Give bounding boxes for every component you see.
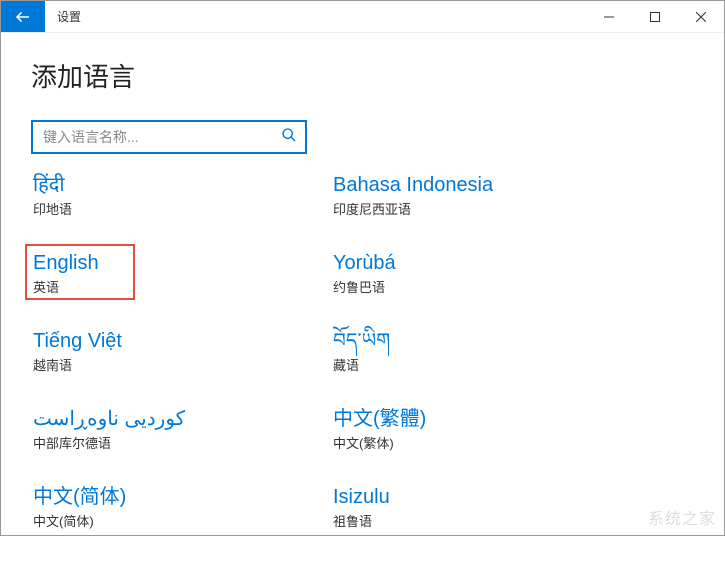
language-native-name: 中文(简体)	[33, 484, 329, 510]
language-item[interactable]: བོད་ཡིག藏语	[331, 324, 631, 378]
language-native-name: Isizulu	[333, 484, 629, 510]
minimize-button[interactable]	[586, 1, 632, 32]
language-native-name: 中文(繁體)	[333, 406, 629, 432]
language-native-name: Tiếng Việt	[33, 328, 329, 354]
page-title: 添加语言	[31, 57, 694, 94]
language-item[interactable]: Isizulu祖鲁语	[331, 480, 631, 534]
window-controls	[586, 1, 724, 32]
language-item[interactable]: 中文(繁體)中文(繁体)	[331, 402, 631, 456]
content-area: 添加语言 हिंदी印地语Bahasa Indonesia印度尼西亚语Engli…	[1, 33, 724, 576]
language-item[interactable]: English英语	[31, 246, 331, 300]
language-native-name: English	[33, 250, 329, 276]
close-icon	[696, 12, 706, 22]
language-local-name: 藏语	[333, 355, 629, 374]
maximize-button[interactable]	[632, 1, 678, 32]
language-grid: हिंदी印地语Bahasa Indonesia印度尼西亚语English英语Y…	[31, 168, 694, 558]
language-native-name: Bahasa Indonesia	[333, 172, 629, 198]
titlebar: 设置	[1, 1, 724, 33]
language-native-name: کوردیی ناوەڕاست	[33, 406, 329, 432]
titlebar-spacer	[93, 1, 586, 32]
language-item[interactable]: 中文(简体)中文(简体)	[31, 480, 331, 534]
language-item[interactable]: हिंदी印地语	[31, 168, 331, 222]
search-input[interactable]	[43, 129, 281, 145]
arrow-left-icon	[14, 8, 32, 26]
minimize-icon	[604, 12, 614, 22]
language-native-name: Yorùbá	[333, 250, 629, 276]
language-item[interactable]: Tiếng Việt越南语	[31, 324, 331, 378]
language-item[interactable]: Yorùbá约鲁巴语	[331, 246, 631, 300]
search-box[interactable]	[31, 120, 307, 154]
search-icon	[281, 127, 297, 148]
back-button[interactable]	[1, 1, 45, 32]
language-local-name: 祖鲁语	[333, 511, 629, 530]
close-button[interactable]	[678, 1, 724, 32]
language-local-name: 中文(简体)	[33, 511, 329, 530]
language-local-name: 约鲁巴语	[333, 277, 629, 296]
window-title: 设置	[45, 1, 93, 32]
language-local-name: 中文(繁体)	[333, 433, 629, 452]
language-item[interactable]: Bahasa Indonesia印度尼西亚语	[331, 168, 631, 222]
language-native-name: བོད་ཡིག	[333, 328, 629, 354]
maximize-icon	[650, 12, 660, 22]
language-local-name: 越南语	[33, 355, 329, 374]
language-item[interactable]: کوردیی ناوەڕاست中部库尔德语	[31, 402, 331, 456]
language-local-name: 印度尼西亚语	[333, 199, 629, 218]
language-native-name: हिंदी	[33, 172, 329, 198]
language-local-name: 英语	[33, 277, 329, 296]
language-local-name: 中部库尔德语	[33, 433, 329, 452]
language-local-name: 印地语	[33, 199, 329, 218]
